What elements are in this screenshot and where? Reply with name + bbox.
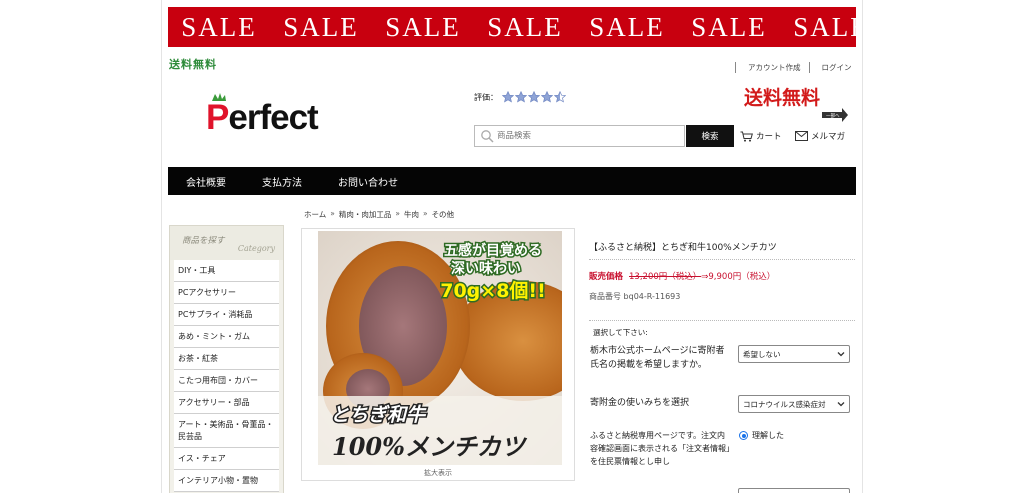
main-nav: 会社概要 支払方法 お問い合わせ [168, 167, 856, 195]
rating-label: 評価： [474, 92, 498, 102]
radio-label: 理解した [752, 431, 784, 440]
search-input[interactable] [497, 131, 677, 141]
sidebar-subtitle: Category [237, 244, 275, 253]
svg-text:五感が目覚める: 五感が目覚める [444, 242, 542, 259]
category-item[interactable]: PCアクセサリー [174, 282, 279, 304]
price-label: 販売価格 [589, 272, 624, 282]
cart-icon [740, 131, 753, 142]
breadcrumb-home[interactable]: ホーム [304, 209, 326, 220]
search-box [474, 125, 685, 147]
name-listing-value: 希望しない [743, 349, 781, 359]
star-icon [515, 91, 527, 103]
svg-text:深い味わい: 深い味わい [451, 260, 521, 277]
svg-text:100%メンチカツ: 100%メンチカツ [332, 432, 528, 461]
nav-contact[interactable]: お問い合わせ [338, 174, 398, 189]
sidebar-title: 商品を探す [182, 236, 225, 246]
chevron-down-icon [837, 352, 845, 357]
create-account-link[interactable]: アカウント作成 [735, 62, 809, 73]
cart-label: カート [756, 132, 782, 142]
logo-text: Perfect [206, 98, 319, 137]
newsletter-link[interactable]: メルマガ [795, 130, 845, 142]
sale-word: SALE [691, 11, 767, 42]
page: SALE SALE SALE SALE SALE SALE SALE 送料無料 アカウント作… [0, 0, 1024, 493]
breadcrumb-beef[interactable]: 牛肉 [404, 209, 419, 220]
nav-company[interactable]: 会社概要 [186, 174, 226, 189]
partial-select[interactable] [738, 488, 850, 493]
category-sidebar: 商品を探す Category DIY・工具 PCアクセサリー PCサプライ・消耗… [169, 225, 284, 493]
search-icon [481, 130, 494, 143]
nav-payment[interactable]: 支払方法 [262, 174, 302, 189]
star-icon [541, 91, 553, 103]
breadcrumb-other[interactable]: その他 [432, 209, 455, 220]
radio-button[interactable] [739, 431, 748, 440]
product-title: 【ふるさと納税】とちぎ和牛100%メンチカツ [589, 243, 777, 253]
category-item[interactable]: アクセサリー・部品 [174, 392, 279, 414]
cart-link[interactable]: カート [740, 130, 782, 142]
category-item[interactable]: あめ・ミント・ガム [174, 326, 279, 348]
usage-value: コロナウイルス感染症対 [743, 399, 826, 409]
category-list: DIY・工具 PCアクセサリー PCサプライ・消耗品 あめ・ミント・ガム お茶・… [170, 260, 283, 492]
category-item[interactable]: DIY・工具 [174, 260, 279, 282]
sale-word: SALE [385, 11, 461, 42]
usage-select[interactable]: コロナウイルス感染症対 [738, 395, 850, 413]
free-ship-badge-text: 送料無料 [744, 86, 820, 109]
image-captions: 五感が目覚める 深い味わい 70g×8個!! とちぎ和牛 100%メンチカツ [329, 241, 548, 462]
sale-word: SALE [283, 11, 359, 42]
price-row: 販売価格 13,200円（税込）⇒9,900円（税込） [589, 270, 775, 282]
option-label-name-listing: 栃木市公式ホームページに寄附者氏名の掲載を希望しますか。 [590, 346, 725, 370]
breadcrumb-meat[interactable]: 精肉・肉加工品 [339, 209, 392, 220]
category-item[interactable]: PCサプライ・消耗品 [174, 304, 279, 326]
sale-banner[interactable]: SALE SALE SALE SALE SALE SALE SALE [168, 7, 856, 47]
select-heading: 選択して下さい: [593, 328, 648, 337]
enlarge-link[interactable]: 拡大表示 [302, 468, 574, 478]
site-logo[interactable]: Perfect [206, 92, 356, 140]
free-shipping-badge[interactable]: 送料無料 一部へ [742, 82, 848, 122]
sale-price: 9,900円（税込） [708, 272, 776, 282]
login-link[interactable]: ログイン [808, 62, 860, 73]
free-shipping-label: 送料無料 [169, 58, 217, 71]
breadcrumb: ホーム» 精肉・肉加工品» 牛肉» その他 [304, 209, 455, 220]
rating-stars [502, 91, 567, 103]
sale-word: SALE [181, 11, 257, 42]
category-item[interactable]: アート・美術品・骨董品・民芸品 [174, 414, 279, 448]
chevron-down-icon [837, 402, 845, 407]
sale-word: SALE [487, 11, 563, 42]
category-item[interactable]: インテリア小物・置物 [174, 470, 279, 492]
option-label-usage: 寄附金の使いみちを選択 [590, 398, 690, 408]
mail-icon [795, 131, 808, 141]
category-item[interactable]: こたつ用布団・カバー [174, 370, 279, 392]
product-sku: 商品番号 bq04-R-11693 [589, 292, 681, 301]
option-label-notice: ふるさと納税専用ページです。注文内容確認画面に表示される「注文者情報」を住民票情… [590, 431, 730, 466]
star-icon [502, 91, 514, 103]
product-image[interactable]: 五感が目覚める 深い味わい 70g×8個!! とちぎ和牛 100%メンチカツ 拡… [301, 228, 575, 481]
old-price: 13,200円（税込） [629, 272, 702, 282]
sidebar-header: 商品を探す Category [170, 226, 283, 260]
star-icon [528, 91, 540, 103]
sale-word: SALE [589, 11, 665, 42]
search-button[interactable]: 検索 [686, 125, 734, 147]
rating: 評価： [474, 91, 567, 103]
category-item[interactable]: イス・チェア [174, 448, 279, 470]
header-links: アカウント作成 ログイン [735, 62, 860, 73]
name-listing-select[interactable]: 希望しない [738, 345, 850, 363]
svg-text:70g×8個!!: 70g×8個!! [440, 280, 546, 302]
understood-radio[interactable]: 理解した [739, 430, 784, 441]
sale-word: SALE [793, 11, 856, 42]
newsletter-label: メルマガ [811, 132, 846, 142]
svg-text:とちぎ和牛: とちぎ和牛 [330, 404, 427, 426]
category-item[interactable]: お茶・紅茶 [174, 348, 279, 370]
divider [589, 259, 855, 260]
star-icon [554, 91, 566, 103]
free-ship-badge-sub: 一部へ [826, 112, 840, 119]
divider [589, 320, 855, 321]
